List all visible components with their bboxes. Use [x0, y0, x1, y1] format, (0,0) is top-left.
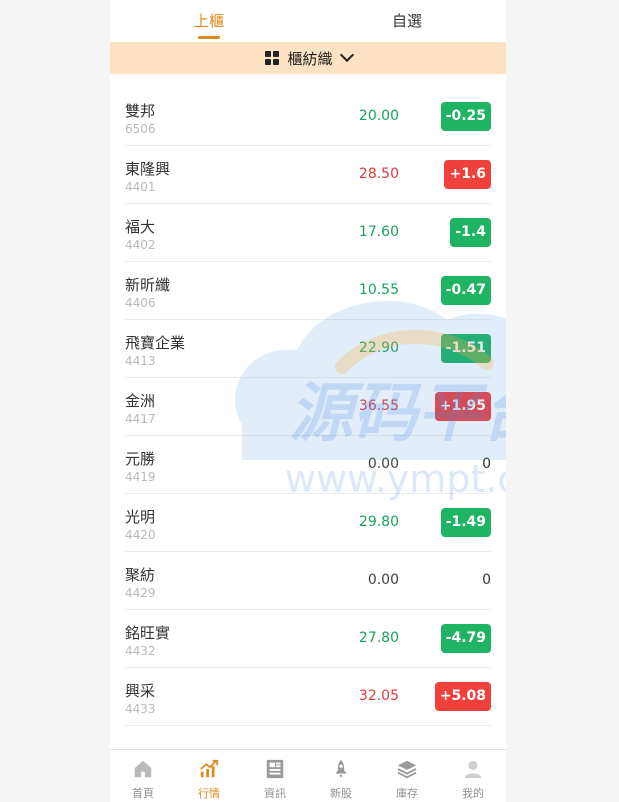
layers-icon — [397, 760, 417, 779]
nav-news[interactable]: 資訊 — [242, 750, 308, 802]
bottom-navigation: 首頁 行情 資訊 新股 庫存 我的 — [110, 749, 506, 802]
stock-code: 6506 — [125, 122, 156, 136]
stock-row[interactable]: 聚紡 4429 0.00 0 — [125, 552, 491, 610]
stock-price: 0.00 — [367, 572, 399, 588]
stock-row[interactable]: 金洲 4417 36.55 +1.95 — [125, 378, 491, 436]
stock-name: 金洲 — [125, 392, 156, 410]
stock-code: 4432 — [125, 644, 156, 658]
stock-code: 4433 — [125, 702, 156, 716]
stock-row[interactable]: 新昕纖 4406 10.55 -0.47 — [125, 262, 491, 320]
stock-code: 4413 — [125, 354, 156, 368]
stock-price: 36.55 — [358, 398, 399, 414]
chevron-down-icon — [341, 50, 351, 60]
nav-market[interactable]: 行情 — [176, 750, 242, 802]
active-tab-indicator — [198, 36, 220, 39]
nav-ipo[interactable]: 新股 — [308, 750, 374, 802]
change-badge: +5.08 — [434, 682, 491, 711]
top-tabs: 上櫃 自選 — [110, 0, 506, 42]
nav-label-news: 資訊 — [264, 787, 286, 800]
stock-price: 29.80 — [358, 514, 399, 530]
stock-row[interactable]: 興采 4433 32.05 +5.08 — [125, 668, 491, 726]
stock-name: 飛寶企業 — [125, 334, 186, 352]
change-badge: 0 — [482, 456, 491, 472]
change-badge: -1.4 — [450, 218, 491, 247]
tab-watchlist[interactable]: 自選 — [308, 0, 506, 42]
stock-code: 4419 — [125, 470, 156, 484]
change-badge: -1.49 — [440, 508, 491, 537]
stock-row[interactable]: 東隆興 4401 28.50 +1.6 — [125, 146, 491, 204]
stock-name: 光明 — [125, 508, 156, 526]
change-badge: -4.79 — [440, 624, 491, 653]
stock-row[interactable]: 雙邦 6506 20.00 -0.25 — [125, 88, 491, 146]
change-badge: +1.95 — [434, 392, 491, 421]
nav-label-inventory: 庫存 — [396, 787, 418, 800]
stock-code: 4417 — [125, 412, 156, 426]
stock-price: 28.50 — [358, 166, 399, 182]
stock-price: 32.05 — [358, 688, 399, 704]
news-icon — [266, 759, 284, 779]
stock-price: 0.00 — [367, 456, 399, 472]
stock-code: 4429 — [125, 586, 156, 600]
stock-price: 27.80 — [358, 630, 399, 646]
change-badge: -0.25 — [440, 102, 491, 131]
stock-price: 10.55 — [358, 282, 399, 298]
stock-name: 銘旺實 — [125, 624, 171, 642]
stock-name: 興采 — [125, 682, 156, 700]
industry-filter-label: 櫃紡織 — [287, 49, 333, 68]
stock-price: 22.90 — [358, 340, 399, 356]
stock-name: 福大 — [125, 218, 156, 236]
stock-row[interactable]: 銘旺實 4432 27.80 -4.79 — [125, 610, 491, 668]
stock-code: 4401 — [125, 180, 156, 194]
app-container: 上櫃 自選 櫃紡織 雙邦 6506 20.00 -0.25 東隆興 4401 28.50 +1… — [110, 0, 506, 802]
stock-code: 4420 — [125, 528, 156, 542]
nav-label-ipo: 新股 — [330, 787, 352, 800]
stock-row[interactable]: 福大 4402 17.60 -1.4 — [125, 204, 491, 262]
stock-row[interactable]: 飛寶企業 4413 22.90 -1.51 — [125, 320, 491, 378]
change-badge: -1.51 — [440, 334, 491, 363]
stock-code: 4406 — [125, 296, 156, 310]
change-badge: +1.6 — [444, 160, 491, 189]
stock-price: 20.00 — [358, 108, 399, 124]
home-icon — [134, 760, 152, 778]
change-badge: -0.47 — [440, 276, 491, 305]
stock-row[interactable]: 光明 4420 29.80 -1.49 — [125, 494, 491, 552]
stock-list: 雙邦 6506 20.00 -0.25 東隆興 4401 28.50 +1.6 福大 4402 17… — [125, 88, 491, 726]
grid-icon — [265, 51, 280, 65]
stock-price: 17.60 — [358, 224, 399, 240]
nav-label-home: 首頁 — [132, 787, 154, 800]
rocket-icon — [335, 759, 347, 779]
nav-home[interactable]: 首頁 — [110, 750, 176, 802]
stock-code: 4402 — [125, 238, 156, 252]
change-badge: 0 — [482, 572, 491, 588]
stock-name: 雙邦 — [125, 102, 156, 120]
chart-icon — [200, 759, 219, 778]
stock-row[interactable]: 元勝 4419 0.00 0 — [125, 436, 491, 494]
stock-name: 東隆興 — [125, 160, 171, 178]
stock-name: 聚紡 — [125, 566, 156, 584]
nav-label-market: 行情 — [198, 787, 220, 800]
nav-profile[interactable]: 我的 — [440, 750, 506, 802]
user-icon — [464, 760, 482, 779]
stock-name: 新昕纖 — [125, 276, 171, 294]
nav-label-profile: 我的 — [462, 787, 484, 800]
stock-name: 元勝 — [125, 450, 156, 468]
industry-filter-dropdown[interactable]: 櫃紡織 — [110, 42, 506, 74]
nav-inventory[interactable]: 庫存 — [374, 750, 440, 802]
